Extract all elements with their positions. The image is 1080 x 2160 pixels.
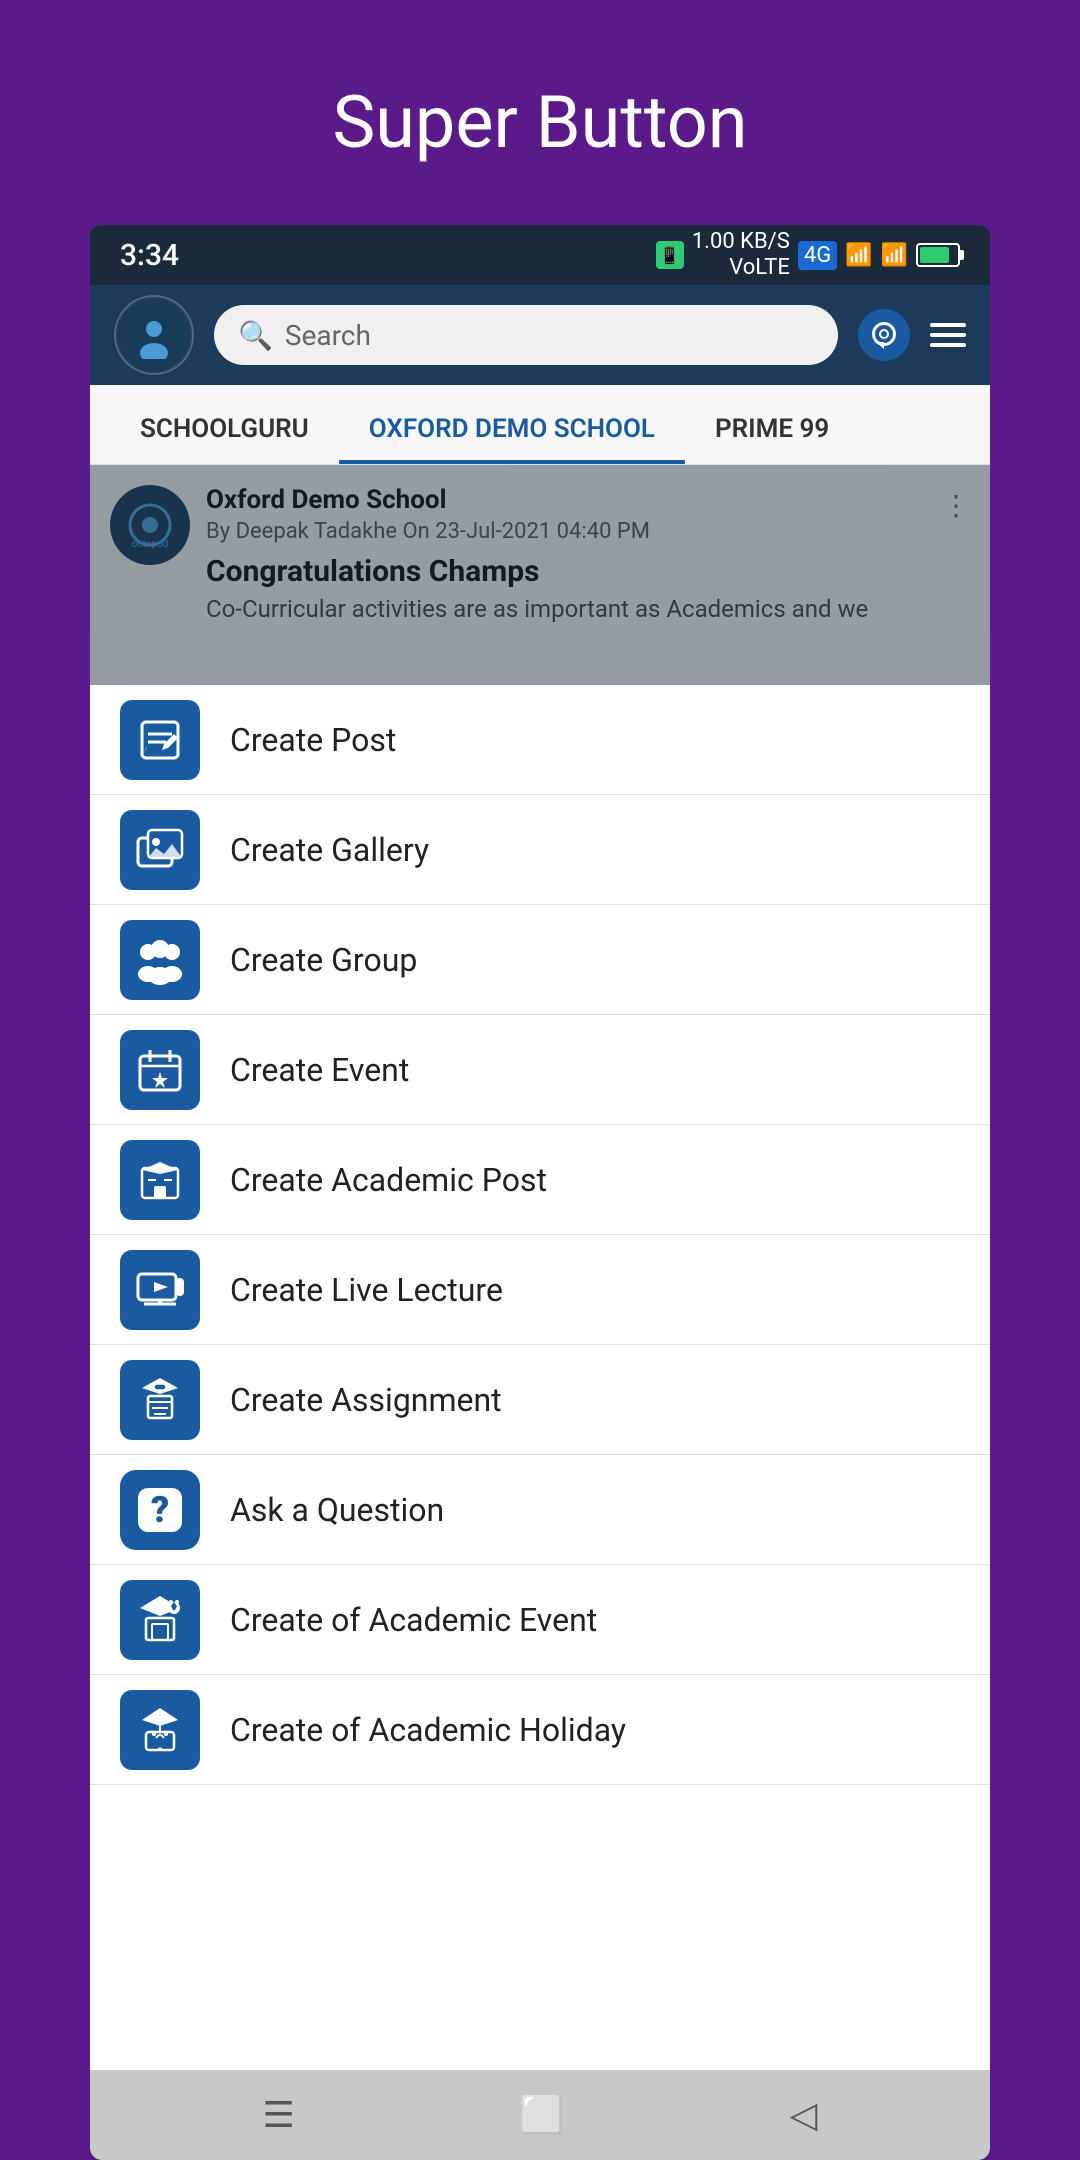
create-live-lecture-label: Create Live Lecture [230,1271,503,1309]
create-group-icon [120,920,200,1000]
menu-item-create-assignment[interactable]: Create Assignment [90,1345,990,1455]
svg-text:?: ? [151,1489,169,1531]
menu-item-create-event[interactable]: Create Event [90,1015,990,1125]
menu-item-create-academic-event[interactable]: Create of Academic Event [90,1565,990,1675]
menu-item-create-post[interactable]: Create Post [90,685,990,795]
nav-menu-button[interactable]: ☰ [243,2084,315,2146]
phone-frame: 3:34 📱 1.00 KB/S VoLTE 4G 📶 📶 [90,225,990,2160]
create-event-icon [120,1030,200,1110]
avatar-inner [118,299,190,371]
create-academic-holiday-icon [120,1690,200,1770]
create-post-label: Create Post [230,721,396,759]
school-name: Oxford Demo School [206,485,650,515]
tab-oxford[interactable]: OXFORD DEMO SCHOOL [339,398,685,464]
create-live-lecture-icon [120,1250,200,1330]
network-info: 1.00 KB/S VoLTE [692,229,790,282]
post-title: Congratulations Champs [206,554,970,589]
post-content: Oxford Demo School By Deepak Tadakhe On … [206,485,970,623]
tabs-bar: SCHOOLGURU OXFORD DEMO SCHOOL PRIME 99 [90,385,990,465]
svg-text:octopod: octopod [132,539,169,550]
tab-prime99[interactable]: PRIME 99 [685,398,859,464]
create-academic-event-icon [120,1580,200,1660]
post-preview: octopod Oxford Demo School By Deepak Tad… [90,465,990,685]
post-body: Co-Curricular activities are as importan… [206,595,970,623]
status-icons: 📱 1.00 KB/S VoLTE 4G 📶 📶 [656,229,960,282]
create-event-label: Create Event [230,1051,409,1089]
post-more-icon[interactable]: ⋮ [942,489,970,522]
battery-icon [916,243,960,267]
search-bar[interactable]: 🔍 Search [214,305,838,365]
menu-item-create-academic-post[interactable]: Create Academic Post [90,1125,990,1235]
status-time: 3:34 [120,238,179,273]
signal-bars-icon2: 📶 [881,243,908,268]
post-meta: By Deepak Tadakhe On 23-Jul-2021 04:40 P… [206,519,650,544]
create-assignment-icon [120,1360,200,1440]
signal-type: 4G [798,241,837,270]
bottom-nav: ☰ ⬜ ◁ [90,2070,990,2160]
chat-icon[interactable] [858,309,910,361]
search-placeholder: Search [285,319,371,352]
school-avatar: octopod [110,485,190,565]
search-icon: 🔍 [238,319,273,352]
status-bar: 3:34 📱 1.00 KB/S VoLTE 4G 📶 📶 [90,225,990,285]
create-assignment-label: Create Assignment [230,1381,502,1419]
menu-item-create-group[interactable]: Create Group [90,905,990,1015]
avatar [114,295,194,375]
app-icon: 📱 [656,241,684,269]
create-academic-post-icon [120,1140,200,1220]
hamburger-menu-icon[interactable] [930,323,966,347]
ask-question-icon: ? [120,1470,200,1550]
menu-item-ask-question[interactable]: ? Ask a Question [90,1455,990,1565]
create-academic-holiday-label: Create of Academic Holiday [230,1711,626,1749]
create-academic-post-label: Create Academic Post [230,1161,547,1199]
tab-schoolguru[interactable]: SCHOOLGURU [110,398,339,464]
nav-home-button[interactable]: ⬜ [500,2084,585,2146]
create-group-label: Create Group [230,941,417,979]
ask-question-label: Ask a Question [230,1491,444,1529]
create-academic-event-label: Create of Academic Event [230,1601,597,1639]
create-post-icon [120,700,200,780]
app-header: 🔍 Search [90,285,990,385]
signal-bars-icon: 📶 [845,243,872,268]
menu-list: Create Post Create Gallery [90,685,990,2070]
page-title: Super Button [332,80,747,165]
menu-item-create-live-lecture[interactable]: Create Live Lecture [90,1235,990,1345]
create-gallery-icon [120,810,200,890]
menu-item-create-academic-holiday[interactable]: Create of Academic Holiday [90,1675,990,1785]
create-gallery-label: Create Gallery [230,831,429,869]
header-actions [858,309,966,361]
menu-item-create-gallery[interactable]: Create Gallery [90,795,990,905]
nav-back-button[interactable]: ◁ [770,2084,838,2146]
